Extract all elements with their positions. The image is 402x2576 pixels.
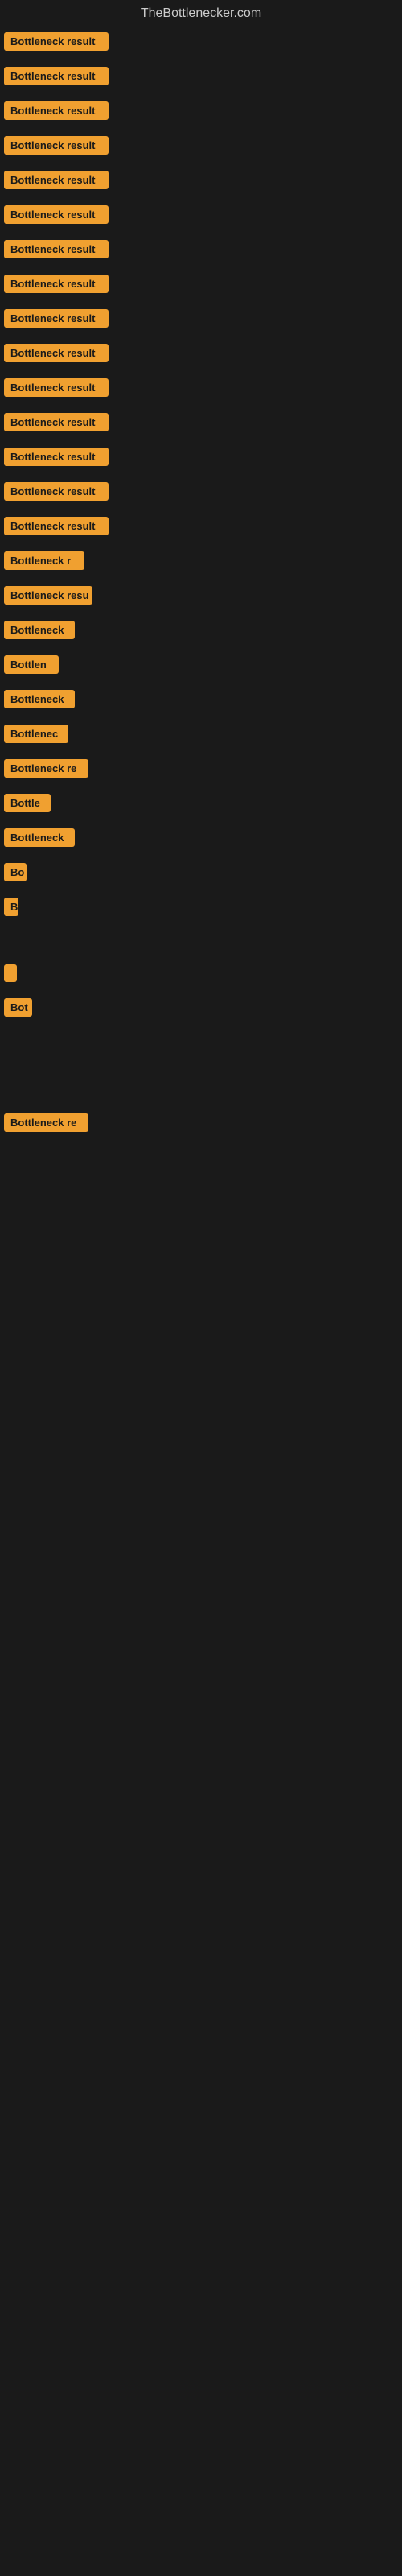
bottleneck-row: B <box>0 890 402 924</box>
bottleneck-row: Bottleneck result <box>0 474 402 509</box>
bottleneck-row: Bottleneck result <box>0 301 402 336</box>
bottleneck-row: Bottleneck result <box>0 59 402 93</box>
bottleneck-row: Bottle <box>0 786 402 820</box>
bottleneck-row <box>0 1073 402 1089</box>
bottleneck-row: Bottleneck <box>0 820 402 855</box>
bottleneck-row: Bottleneck result <box>0 509 402 543</box>
bottleneck-row <box>0 1156 402 1172</box>
bottleneck-row: Bottleneck re <box>0 751 402 786</box>
bottleneck-row: Bottleneck result <box>0 197 402 232</box>
bottleneck-row <box>0 1057 402 1073</box>
bottleneck-label: Bottleneck <box>4 690 75 708</box>
bottleneck-row: Bottleneck result <box>0 336 402 370</box>
bottleneck-row: Bottleneck <box>0 613 402 647</box>
bottleneck-label: Bot <box>4 998 32 1017</box>
bottleneck-label: Bottleneck <box>4 621 75 639</box>
bottleneck-label: Bottleneck result <box>4 32 109 51</box>
bottleneck-label: Bottleneck result <box>4 240 109 258</box>
bottleneck-label: Bottleneck result <box>4 136 109 155</box>
bottleneck-label: Bottleneck result <box>4 448 109 466</box>
bottleneck-row: Bot <box>0 990 402 1025</box>
bottleneck-row <box>0 1025 402 1041</box>
bottleneck-row: Bottleneck result <box>0 405 402 440</box>
bottleneck-label: Bottleneck r <box>4 551 84 570</box>
bottleneck-label: Bo <box>4 863 27 881</box>
bottleneck-label: Bottle <box>4 794 51 812</box>
bottleneck-label: Bottleneck result <box>4 67 109 85</box>
bottleneck-row: Bottleneck result <box>0 370 402 405</box>
bottleneck-label: Bottleneck resu <box>4 586 92 605</box>
bottleneck-row: Bottleneck result <box>0 440 402 474</box>
bottleneck-label: Bottleneck result <box>4 171 109 189</box>
bottleneck-label-stub <box>4 964 17 982</box>
bottleneck-label: Bottleneck result <box>4 517 109 535</box>
bottleneck-row: Bottleneck result <box>0 232 402 266</box>
bottleneck-row: Bottleneck resu <box>0 578 402 613</box>
bottleneck-row <box>0 940 402 956</box>
bottleneck-row: Bo <box>0 855 402 890</box>
bottleneck-label: Bottleneck <box>4 828 75 847</box>
bottleneck-label: Bottleneck result <box>4 275 109 293</box>
bottleneck-row <box>0 1140 402 1156</box>
bottleneck-row: Bottleneck result <box>0 93 402 128</box>
bottleneck-row: Bottleneck r <box>0 543 402 578</box>
bottleneck-label: Bottlenec <box>4 724 68 743</box>
bottleneck-row: Bottlenec <box>0 716 402 751</box>
bottleneck-label: Bottleneck result <box>4 205 109 224</box>
bottleneck-label: Bottleneck result <box>4 413 109 431</box>
bottleneck-label: Bottleneck result <box>4 378 109 397</box>
bottleneck-label: Bottlen <box>4 655 59 674</box>
site-title: TheBottlenecker.com <box>0 0 402 24</box>
bottleneck-label: Bottleneck result <box>4 344 109 362</box>
bottleneck-label: Bottleneck result <box>4 101 109 120</box>
bottleneck-row: Bottleneck result <box>0 266 402 301</box>
bottleneck-row: Bottleneck result <box>0 163 402 197</box>
bottleneck-row <box>0 924 402 940</box>
bottleneck-label: Bottleneck result <box>4 482 109 501</box>
bottleneck-label: B <box>4 898 18 916</box>
bottleneck-row: Bottleneck result <box>0 128 402 163</box>
bottleneck-label: Bottleneck re <box>4 759 88 778</box>
bottleneck-label: Bottleneck result <box>4 309 109 328</box>
bottleneck-row: Bottlen <box>0 647 402 682</box>
bottleneck-label: Bottleneck re <box>4 1113 88 1132</box>
bottleneck-row <box>0 1172 402 1188</box>
bottleneck-row <box>0 1041 402 1057</box>
bottleneck-row: Bottleneck result <box>0 24 402 59</box>
bottleneck-row <box>0 956 402 990</box>
bottleneck-row: Bottleneck <box>0 682 402 716</box>
bottleneck-row <box>0 1089 402 1105</box>
bottleneck-row: Bottleneck re <box>0 1105 402 1140</box>
